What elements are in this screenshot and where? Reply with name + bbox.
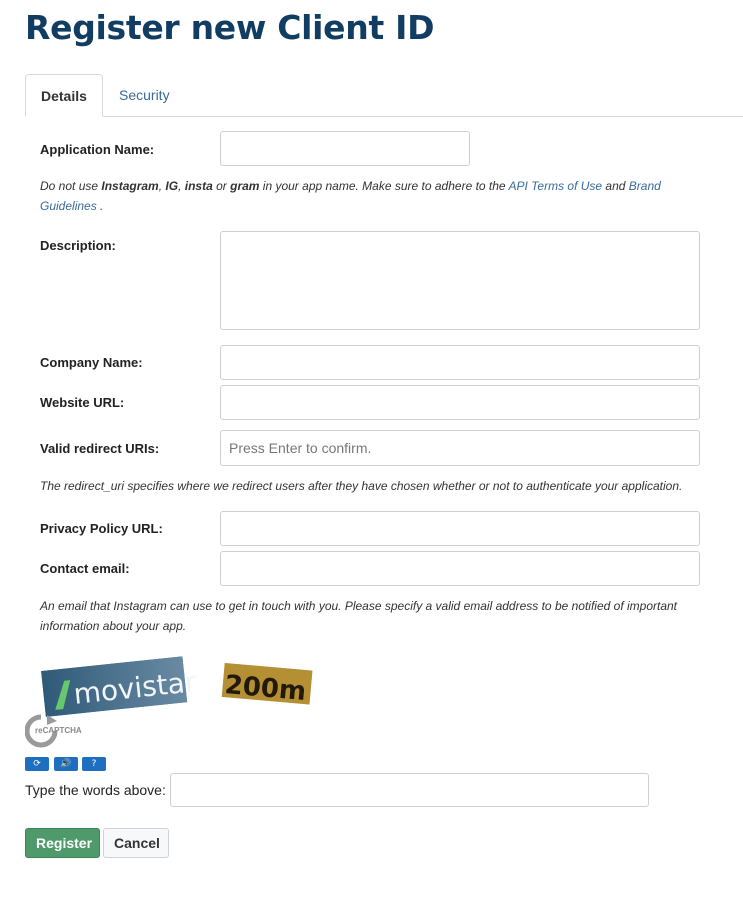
company-name-label: Company Name: (40, 355, 143, 370)
tab-security[interactable]: Security (104, 74, 185, 115)
recaptcha-logo: reCAPTCHA (25, 714, 82, 748)
description-input[interactable] (220, 231, 700, 330)
tab-bar: Details Security (25, 74, 743, 117)
svg-text:reCAPTCHA: reCAPTCHA (35, 726, 82, 735)
app-name-label: Application Name: (40, 142, 155, 157)
api-terms-link[interactable]: API Terms of Use (509, 179, 603, 193)
contact-help: An email that Instagram can use to get i… (40, 599, 678, 633)
cancel-button[interactable]: Cancel (103, 828, 169, 858)
captcha-widget: movistar 200m reCAPTCHA ⟳ 🔊 ? (25, 655, 325, 775)
captcha-refresh-icon[interactable]: ⟳ (25, 757, 49, 771)
tab-details[interactable]: Details (25, 74, 103, 117)
redirect-help: The redirect_uri specifies where we redi… (40, 479, 683, 493)
company-name-input[interactable] (220, 345, 700, 380)
captcha-response-input[interactable] (170, 773, 649, 807)
captcha-label: Type the words above: (25, 782, 166, 798)
page-title: Register new Client ID (25, 8, 435, 47)
captcha-audio-icon[interactable]: 🔊 (54, 757, 78, 771)
app-name-help: Do not use Instagram, IG, insta or gram … (40, 179, 661, 213)
description-label: Description: (40, 238, 116, 253)
captcha-help-icon[interactable]: ? (82, 757, 106, 771)
redirect-uris-label: Valid redirect URIs: (40, 441, 160, 456)
register-button[interactable]: Register (25, 828, 100, 858)
privacy-policy-label: Privacy Policy URL: (40, 521, 163, 536)
contact-email-input[interactable] (220, 551, 700, 586)
captcha-word-2: 200m (224, 670, 308, 707)
website-url-input[interactable] (220, 385, 700, 420)
privacy-policy-input[interactable] (220, 511, 700, 546)
app-name-input[interactable] (220, 131, 470, 166)
redirect-uris-input[interactable] (220, 430, 700, 466)
website-url-label: Website URL: (40, 395, 125, 410)
contact-email-label: Contact email: (40, 561, 130, 576)
